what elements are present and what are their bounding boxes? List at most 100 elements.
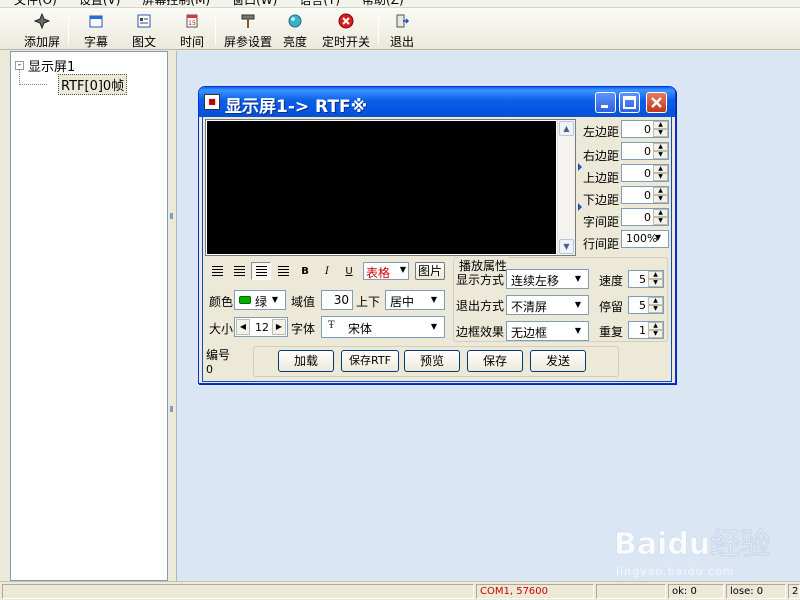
spin-up-icon[interactable]: ▲ — [653, 165, 668, 173]
power-icon — [337, 12, 355, 30]
tree-child-item[interactable]: RTF[0]0帧 — [58, 74, 128, 95]
picture-button[interactable]: 图片 — [415, 262, 445, 280]
preview-canvas[interactable] — [207, 121, 556, 254]
screen-params-button[interactable]: 屏参设置 — [222, 8, 274, 50]
menu-file[interactable]: 文件(O) — [14, 0, 57, 7]
spin-down-icon[interactable]: ▼ — [653, 195, 668, 203]
scroll-up-icon[interactable]: ▲ — [559, 121, 574, 136]
speed-spinner[interactable]: 5 ▲ ▼ — [628, 270, 664, 288]
menu-help[interactable]: 帮助(Z) — [362, 0, 404, 7]
spin-up-icon[interactable]: ▲ — [653, 187, 668, 195]
align-right-icon — [277, 266, 289, 276]
align-justify-button[interactable] — [251, 262, 271, 280]
exit-button[interactable]: 退出 — [385, 8, 419, 50]
size-stepper[interactable]: ◀ 12 ▶ — [234, 317, 288, 337]
timer-switch-button[interactable]: 定时开关 — [320, 8, 372, 50]
load-button[interactable]: 加载 — [278, 350, 334, 372]
send-button[interactable]: 发送 — [530, 350, 586, 372]
truetype-font-icon: Ŧ — [328, 320, 335, 331]
menu-screen-control[interactable]: 屏幕控制(M) — [142, 0, 210, 7]
bold-button[interactable]: B — [295, 262, 315, 280]
spin-down-icon[interactable]: ▼ — [653, 173, 668, 181]
brightness-button[interactable]: 亮度 — [278, 8, 312, 50]
tree-connector — [19, 84, 47, 85]
image-text-label: 图文 — [131, 35, 156, 49]
align-center-button[interactable] — [229, 262, 249, 280]
menu-window[interactable]: 窗口(W) — [232, 0, 277, 7]
vertical-align-select[interactable]: 居中 ▼ — [385, 290, 445, 310]
font-label: 字体 — [291, 322, 316, 336]
italic-button[interactable]: I — [317, 262, 337, 280]
char-spacing-spinner[interactable]: 0 ▲ ▼ — [621, 208, 669, 226]
exit-mode-select[interactable]: 不清屏 ▼ — [506, 295, 589, 315]
exit-mode-value: 不清屏 — [511, 300, 548, 314]
stay-spinner[interactable]: 5 ▲ ▼ — [628, 296, 664, 314]
bottom-margin-label: 下边距 — [583, 193, 620, 207]
size-value: 12 — [255, 321, 269, 334]
scroll-down-icon[interactable]: ▼ — [559, 239, 574, 254]
dialog-body: ▲ ▼ 左边距 0 ▲ ▼ 右边距 0 ▲ ▼ 上边距 0 ▲ ▼ 下边距 0 … — [202, 117, 672, 382]
subtitle-icon — [87, 12, 105, 30]
dialog-titlebar[interactable]: ■ 显示屏1-> RTF※ — [199, 87, 675, 117]
align-left-button[interactable] — [207, 262, 227, 280]
preview-button[interactable]: 预览 — [404, 350, 460, 372]
spin-up-icon[interactable]: ▲ — [653, 143, 668, 151]
color-select[interactable]: 绿 ▼ — [234, 290, 286, 310]
time-label: 时间 — [179, 35, 204, 49]
repeat-label: 重复 — [599, 325, 624, 339]
spin-up-icon[interactable]: ▲ — [648, 322, 663, 330]
bottom-margin-value: 0 — [644, 189, 651, 202]
maximize-icon — [623, 96, 636, 109]
spin-down-icon[interactable]: ▼ — [648, 279, 663, 287]
spin-up-icon[interactable]: ▲ — [653, 121, 668, 129]
splitter-grip — [170, 406, 173, 412]
spin-down-icon[interactable]: ▼ — [653, 129, 668, 137]
table-select[interactable]: 表格 ▼ — [363, 262, 409, 280]
subtitle-button[interactable]: 字幕 — [79, 8, 113, 50]
spin-down-icon[interactable]: ▼ — [648, 330, 663, 338]
save-rtf-button[interactable]: 保存RTF — [341, 350, 399, 372]
menu-settings[interactable]: 设置(V) — [79, 0, 121, 7]
tree-root-item[interactable]: - 显示屏1 — [15, 56, 75, 75]
save-button[interactable]: 保存 — [467, 350, 523, 372]
preview-scrollbar[interactable]: ▲ ▼ — [557, 120, 575, 255]
panel-splitter[interactable] — [168, 51, 176, 581]
line-spacing-label: 行间距 — [583, 237, 620, 251]
font-select[interactable]: Ŧ 宋体 ▼ — [321, 316, 445, 338]
image-text-icon — [135, 12, 153, 30]
minimize-button[interactable] — [595, 92, 616, 113]
status-ok-count: ok: 0 — [668, 584, 724, 599]
border-effect-select[interactable]: 无边框 ▼ — [506, 321, 589, 341]
spin-down-icon[interactable]: ▼ — [653, 151, 668, 159]
display-mode-select[interactable]: 连续左移 ▼ — [506, 269, 589, 289]
spin-down-icon[interactable]: ▼ — [648, 305, 663, 313]
spin-up-icon[interactable]: ▲ — [653, 209, 668, 217]
color-label: 颜色 — [209, 295, 234, 309]
time-button[interactable]: 15 时间 — [175, 8, 209, 50]
decrease-icon[interactable]: ◀ — [236, 319, 250, 335]
left-margin-spinner[interactable]: 0 ▲ ▼ — [621, 120, 669, 138]
color-swatch — [239, 296, 251, 304]
menu-language[interactable]: 语言(Y) — [299, 0, 340, 7]
repeat-spinner[interactable]: 1 ▲ ▼ — [628, 321, 664, 339]
right-margin-spinner[interactable]: 0 ▲ ▼ — [621, 142, 669, 160]
close-button[interactable] — [646, 92, 667, 113]
add-screen-button[interactable]: 添加屏 — [22, 8, 62, 50]
maximize-button[interactable] — [619, 92, 640, 113]
align-right-button[interactable] — [273, 262, 293, 280]
tree-connector — [19, 69, 20, 85]
spin-up-icon[interactable]: ▲ — [648, 297, 663, 305]
underline-button[interactable]: U — [339, 262, 359, 280]
subtitle-label: 字幕 — [83, 35, 108, 49]
chevron-down-icon: ▼ — [574, 274, 582, 283]
top-margin-spinner[interactable]: 0 ▲ ▼ — [621, 164, 669, 182]
spin-up-icon[interactable]: ▲ — [648, 271, 663, 279]
watermark-brand-text: Baidu经验 — [614, 527, 770, 562]
line-spacing-select[interactable]: 100% ▼ — [621, 230, 669, 248]
spin-down-icon[interactable]: ▼ — [653, 217, 668, 225]
domain-input[interactable]: 30 — [321, 290, 353, 310]
increase-icon[interactable]: ▶ — [272, 319, 286, 335]
image-text-button[interactable]: 图文 — [127, 8, 161, 50]
bottom-margin-spinner[interactable]: 0 ▲ ▼ — [621, 186, 669, 204]
status-cell-empty — [596, 584, 666, 599]
